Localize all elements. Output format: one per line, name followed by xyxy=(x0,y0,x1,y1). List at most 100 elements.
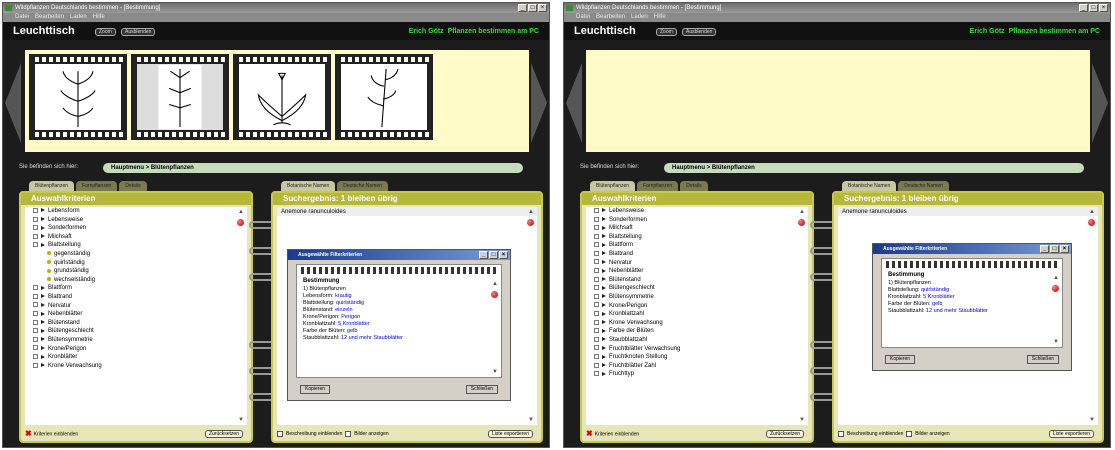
menu-laden[interactable]: Laden xyxy=(70,13,87,22)
maximize-button[interactable]: □ xyxy=(528,4,537,12)
criteria-item[interactable]: Fruchttyp xyxy=(586,370,808,379)
tab-details[interactable]: Details xyxy=(680,181,708,191)
scrollbar[interactable]: ▲ ▼ xyxy=(798,209,806,423)
breadcrumb[interactable]: Hauptmenu > Blütenpflanzen xyxy=(103,163,523,173)
criteria-item[interactable]: Blattrand xyxy=(586,250,808,259)
scroll-thumb[interactable] xyxy=(1088,219,1095,226)
expand-icon[interactable] xyxy=(33,285,38,291)
expand-icon[interactable] xyxy=(33,311,38,317)
criteria-item[interactable]: Staubblattzahl xyxy=(586,336,808,345)
tab-botanische-namen[interactable]: Botanische Namen xyxy=(842,181,897,191)
expand-icon[interactable] xyxy=(33,216,38,222)
dialog-maximize-button[interactable]: □ xyxy=(489,251,498,259)
expand-icon[interactable] xyxy=(594,250,599,256)
dialog-maximize-button[interactable]: □ xyxy=(1050,245,1059,253)
criteria-item[interactable]: Nervatur xyxy=(586,259,808,268)
close-button[interactable]: × xyxy=(538,4,547,12)
expand-icon[interactable] xyxy=(33,328,38,334)
expand-icon[interactable] xyxy=(594,207,599,213)
export-button[interactable]: Liste exportieren xyxy=(488,430,533,438)
criteria-subitem[interactable]: grundständig xyxy=(25,267,247,276)
beschreibung-checkbox[interactable] xyxy=(277,430,283,437)
criteria-item[interactable]: Blattstellung xyxy=(25,241,247,250)
criteria-item[interactable]: Fruchtblätter Zahl xyxy=(586,362,808,371)
tab-deutsche-namen[interactable]: Deutsche Namen xyxy=(898,181,949,191)
dialog-close-button[interactable]: × xyxy=(1060,245,1069,253)
copy-button[interactable]: Kopieren xyxy=(300,385,331,394)
zoom-button[interactable]: Zoom xyxy=(656,28,677,36)
expand-icon[interactable] xyxy=(33,207,38,213)
expand-icon[interactable] xyxy=(33,354,38,360)
copy-button[interactable]: Kopieren xyxy=(885,355,916,364)
bilder-checkbox[interactable] xyxy=(345,430,352,437)
criteria-item[interactable]: Blattform xyxy=(586,241,808,250)
criteria-list[interactable]: Lebensform Lebensweise Sonderformen Milchsa… xyxy=(25,207,247,425)
expand-icon[interactable] xyxy=(594,371,599,377)
menu-laden[interactable]: Laden xyxy=(631,13,648,22)
scroll-thumb[interactable] xyxy=(1052,285,1059,292)
expand-icon[interactable] xyxy=(594,242,599,248)
criteria-item[interactable]: Lebensweise xyxy=(586,207,808,216)
criteria-item[interactable]: Sonderformen xyxy=(25,224,247,233)
minimize-button[interactable]: _ xyxy=(1079,4,1088,12)
kriterien-label[interactable]: Kriterien einblenden xyxy=(34,431,78,437)
dialog-close-button[interactable]: × xyxy=(499,251,508,259)
criteria-item[interactable]: Blütenstand xyxy=(25,319,247,328)
expand-icon[interactable] xyxy=(33,336,38,342)
criteria-subitem[interactable]: quirlständig xyxy=(25,259,247,268)
bilder-checkbox[interactable] xyxy=(906,430,913,437)
criteria-item[interactable]: Kronblätter xyxy=(25,353,247,362)
collapse-icon[interactable] xyxy=(33,242,38,248)
criteria-item[interactable]: Nebenblätter xyxy=(25,310,247,319)
criteria-item[interactable]: Milchsaft xyxy=(586,224,808,233)
scroll-right-arrow[interactable] xyxy=(531,63,547,143)
criteria-subitem[interactable]: wechselständig xyxy=(25,276,247,285)
tab-bluetenpflanzen[interactable]: Blütenpflanzen xyxy=(29,181,75,191)
menu-hilfe[interactable]: Hilfe xyxy=(654,13,666,22)
film-frame[interactable] xyxy=(131,54,229,140)
expand-icon[interactable] xyxy=(594,362,599,368)
tab-bluetenpflanzen[interactable]: Blütenpflanzen xyxy=(590,181,636,191)
result-item[interactable]: Anemone ranunculoides xyxy=(277,207,537,216)
menu-datei[interactable]: Datei xyxy=(576,13,590,22)
dialog-minimize-button[interactable]: _ xyxy=(479,251,488,259)
criteria-item[interactable]: Krone Verwachsung xyxy=(586,319,808,328)
reset-button[interactable]: Zurücksetzen xyxy=(204,430,243,438)
zoom-button[interactable]: Zoom xyxy=(95,28,116,36)
tab-farnpflanzen[interactable]: Farnpflanzen xyxy=(76,181,118,191)
expand-icon[interactable] xyxy=(33,362,38,368)
close-dialog-button[interactable]: Schließen xyxy=(465,385,498,394)
expand-icon[interactable] xyxy=(594,328,599,334)
criteria-subitem[interactable]: gegenständig xyxy=(25,250,247,259)
expand-icon[interactable] xyxy=(594,259,599,265)
beschreibung-checkbox[interactable] xyxy=(838,430,844,437)
breadcrumb[interactable]: Hauptmenu > Blütenpflanzen xyxy=(664,163,1084,173)
scrollbar[interactable]: ▲ ▼ xyxy=(1088,209,1096,423)
criteria-item[interactable]: Milchsaft xyxy=(25,233,247,242)
film-frame[interactable] xyxy=(233,54,331,140)
hide-button[interactable]: Ausblenden xyxy=(682,28,717,36)
criteria-item[interactable]: Krone/Perigon xyxy=(25,345,247,354)
tab-farnpflanzen[interactable]: Farnpflanzen xyxy=(637,181,679,191)
scroll-thumb[interactable] xyxy=(491,291,498,298)
scroll-thumb[interactable] xyxy=(237,219,244,226)
reset-button[interactable]: Zurücksetzen xyxy=(765,430,804,438)
criteria-list[interactable]: Lebensweise Sonderformen Milchsaft Blattste… xyxy=(586,207,808,425)
criteria-item[interactable]: Blütengeschlecht xyxy=(586,284,808,293)
criteria-item[interactable]: Sonderformen xyxy=(586,216,808,225)
criteria-item[interactable]: Nervatur xyxy=(25,302,247,311)
scroll-thumb[interactable] xyxy=(798,219,805,226)
scroll-left-arrow[interactable] xyxy=(5,63,21,143)
film-frame[interactable] xyxy=(29,54,127,140)
hide-button[interactable]: Ausblenden xyxy=(121,28,156,36)
criteria-item[interactable]: Lebensweise xyxy=(25,216,247,225)
expand-icon[interactable] xyxy=(33,345,38,351)
criteria-item[interactable]: Blütensymmetrie xyxy=(25,336,247,345)
criteria-item[interactable]: Lebensform xyxy=(25,207,247,216)
scrollbar[interactable]: ▲ ▼ xyxy=(237,209,245,423)
criteria-item[interactable]: Krone/Perigon xyxy=(586,302,808,311)
criteria-item[interactable]: Farbe der Blüten xyxy=(586,327,808,336)
scrollbar[interactable]: ▲ ▼ xyxy=(527,209,535,423)
tab-deutsche-namen[interactable]: Deutsche Namen xyxy=(337,181,388,191)
expand-icon[interactable] xyxy=(594,216,599,222)
